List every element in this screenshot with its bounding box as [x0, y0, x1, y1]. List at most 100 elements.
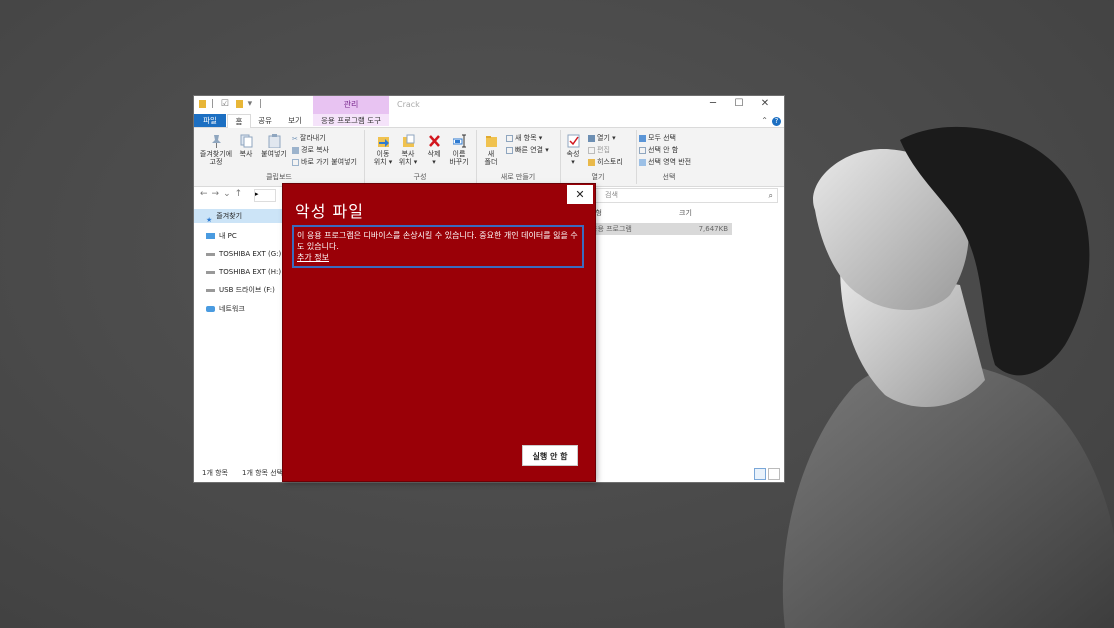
help-icon[interactable]: ?	[772, 117, 781, 126]
move-to-label: 이동	[376, 150, 390, 158]
up-icon[interactable]: ↑	[235, 189, 247, 199]
nav-label: 네트워크	[219, 305, 245, 313]
tab-home[interactable]: 홈	[227, 114, 251, 128]
close-icon[interactable]: ✕	[752, 98, 778, 109]
dialog-message-box: 이 응용 프로그램은 디바이스를 손상시킬 수 있습니다. 중요한 개인 데이터…	[292, 225, 584, 268]
details-view-icon[interactable]	[754, 468, 766, 480]
address-crumb: ▸	[255, 190, 259, 198]
select-all-label: 모두 선택	[648, 134, 676, 142]
select-all-button[interactable]: 모두 선택	[639, 133, 676, 143]
checkbox-icon[interactable]: ☑	[221, 99, 231, 109]
easy-access-icon	[506, 146, 513, 154]
history-icon	[588, 158, 595, 166]
invert-selection-button[interactable]: 선택 영역 반전	[639, 157, 691, 167]
search-icon[interactable]: ⌕	[769, 189, 773, 202]
nav-item-drive-g[interactable]: TOSHIBA EXT (G:)	[206, 247, 281, 261]
copy-button[interactable]: 복사	[236, 134, 256, 158]
copy-to-button[interactable]: 복사 위치 ▾	[397, 134, 419, 166]
back-icon[interactable]: ←	[200, 189, 212, 199]
cut-button[interactable]: ✂ 잘라내기	[292, 133, 326, 143]
dont-run-button[interactable]: 실행 안 함	[522, 445, 578, 466]
tab-file[interactable]: 파일	[194, 114, 226, 127]
select-none-icon	[639, 146, 646, 154]
dropdown-arrow-icon[interactable]: ▾	[248, 99, 255, 109]
view-buttons	[752, 468, 780, 482]
nav-label: TOSHIBA EXT (H:)	[219, 268, 282, 276]
copy-to-label-2: 위치 ▾	[398, 158, 418, 166]
status-selected-count: 1개 항목 선택	[242, 469, 284, 477]
copy-to-icon	[402, 134, 414, 147]
folder-icon	[199, 99, 206, 108]
invert-selection-icon	[639, 158, 646, 166]
group-organize: 이동 위치 ▾ 복사 위치 ▾ 삭제 ▾ 이름 바꾸기 구성	[364, 130, 477, 184]
maximize-icon[interactable]: ☐	[726, 98, 752, 109]
nav-item-quick-access[interactable]: ★ 즐겨찾기	[194, 209, 284, 224]
easy-access-label: 빠른 연결 ▾	[515, 146, 549, 154]
forward-icon[interactable]: →	[212, 189, 224, 199]
easy-access-button[interactable]: 빠른 연결 ▾	[506, 145, 549, 155]
dialog-message: 이 응용 프로그램은 디바이스를 손상시킬 수 있습니다. 중요한 개인 데이터…	[297, 231, 578, 251]
properties-label: 속성	[566, 150, 580, 158]
open-button[interactable]: 열기 ▾	[588, 133, 616, 143]
minimize-icon[interactable]: ─	[700, 98, 726, 109]
delete-button[interactable]: 삭제 ▾	[424, 134, 444, 166]
tab-view[interactable]: 보기	[280, 114, 310, 127]
nav-item-drive-f[interactable]: USB 드라이브 (F:)	[206, 283, 275, 297]
new-item-button[interactable]: 새 항목 ▾	[506, 133, 542, 143]
collapse-ribbon-icon[interactable]: ⌃	[761, 116, 768, 125]
more-info-link[interactable]: 추가 정보	[297, 252, 579, 263]
pin-quick-access-button[interactable]: 즐겨찾기에 고정	[198, 134, 234, 166]
delete-label-2: ▾	[432, 158, 436, 166]
group-label-clipboard: 클립보드	[266, 173, 292, 181]
malicious-file-dialog: ✕ 악성 파일 이 응용 프로그램은 디바이스를 손상시킬 수 있습니다. 중요…	[283, 184, 595, 481]
context-tab-manage[interactable]: 관리	[313, 96, 389, 114]
address-input[interactable]: ▸	[254, 189, 276, 202]
copy-icon	[240, 134, 252, 148]
history-button[interactable]: 히스토리	[588, 157, 623, 167]
dialog-close-button[interactable]: ✕	[567, 185, 593, 204]
large-icons-view-icon[interactable]	[768, 468, 780, 480]
pin-icon	[211, 135, 221, 148]
nav-item-drive-h[interactable]: TOSHIBA EXT (H:)	[206, 265, 281, 279]
search-input[interactable]: 검색 ⌕	[587, 188, 778, 203]
scissors-icon: ✂	[292, 134, 298, 143]
edit-button[interactable]: 편집	[588, 145, 610, 155]
rename-icon	[452, 134, 466, 148]
group-label-organize: 구성	[413, 173, 427, 181]
status-item-count: 1개 항목	[202, 469, 228, 477]
copy-label: 복사	[239, 150, 253, 158]
recent-dropdown-icon[interactable]: ⌄	[223, 189, 235, 199]
rename-button[interactable]: 이름 바꾸기	[447, 134, 471, 166]
group-label-new: 새로 만들기	[500, 173, 536, 181]
properties-button[interactable]: 속성 ▾	[564, 134, 582, 166]
tab-share[interactable]: 공유	[252, 114, 278, 127]
paste-button[interactable]: 붙여넣기	[258, 134, 290, 158]
group-label-select: 선택	[662, 173, 676, 181]
cell-type: 응용 프로그램	[591, 225, 632, 233]
edit-icon	[588, 146, 595, 154]
path-icon	[292, 146, 299, 154]
paste-icon	[268, 134, 280, 148]
window-title: Crack	[397, 100, 420, 109]
paste-shortcut-label: 바로 가기 붙여넣기	[301, 158, 357, 166]
nav-item-network[interactable]: 네트워크	[206, 302, 245, 316]
nav-item-this-pc[interactable]: 내 PC	[206, 229, 237, 243]
paste-shortcut-button[interactable]: 바로 가기 붙여넣기	[292, 157, 357, 167]
tab-app-tools[interactable]: 응용 프로그램 도구	[313, 114, 389, 127]
star-icon: ★	[206, 216, 213, 224]
shortcut-icon	[292, 158, 299, 166]
quick-access-toolbar[interactable]: | ☑ ▾ |	[199, 99, 264, 109]
rename-label: 이름	[452, 150, 466, 158]
move-to-icon	[377, 137, 389, 147]
new-folder-button[interactable]: 새 폴더	[482, 134, 500, 166]
new-folder-label-2: 폴더	[484, 158, 498, 166]
new-folder-label: 새	[487, 150, 495, 158]
select-none-button[interactable]: 선택 안 함	[639, 145, 678, 155]
table-row[interactable]: 응용 프로그램 7,647KB	[589, 223, 732, 235]
column-header-size[interactable]: 크기	[679, 206, 692, 220]
group-clipboard: 즐겨찾기에 고정 복사 붙여넣기 ✂ 잘라내기 경로 복사 바로 가기 붙여넣기 …	[194, 130, 365, 184]
group-new: 새 폴더 새 항목 ▾ 빠른 연결 ▾ 새로 만들기	[476, 130, 561, 184]
move-to-button[interactable]: 이동 위치 ▾	[372, 134, 394, 166]
drive-icon	[206, 270, 215, 274]
copy-path-button[interactable]: 경로 복사	[292, 145, 329, 155]
